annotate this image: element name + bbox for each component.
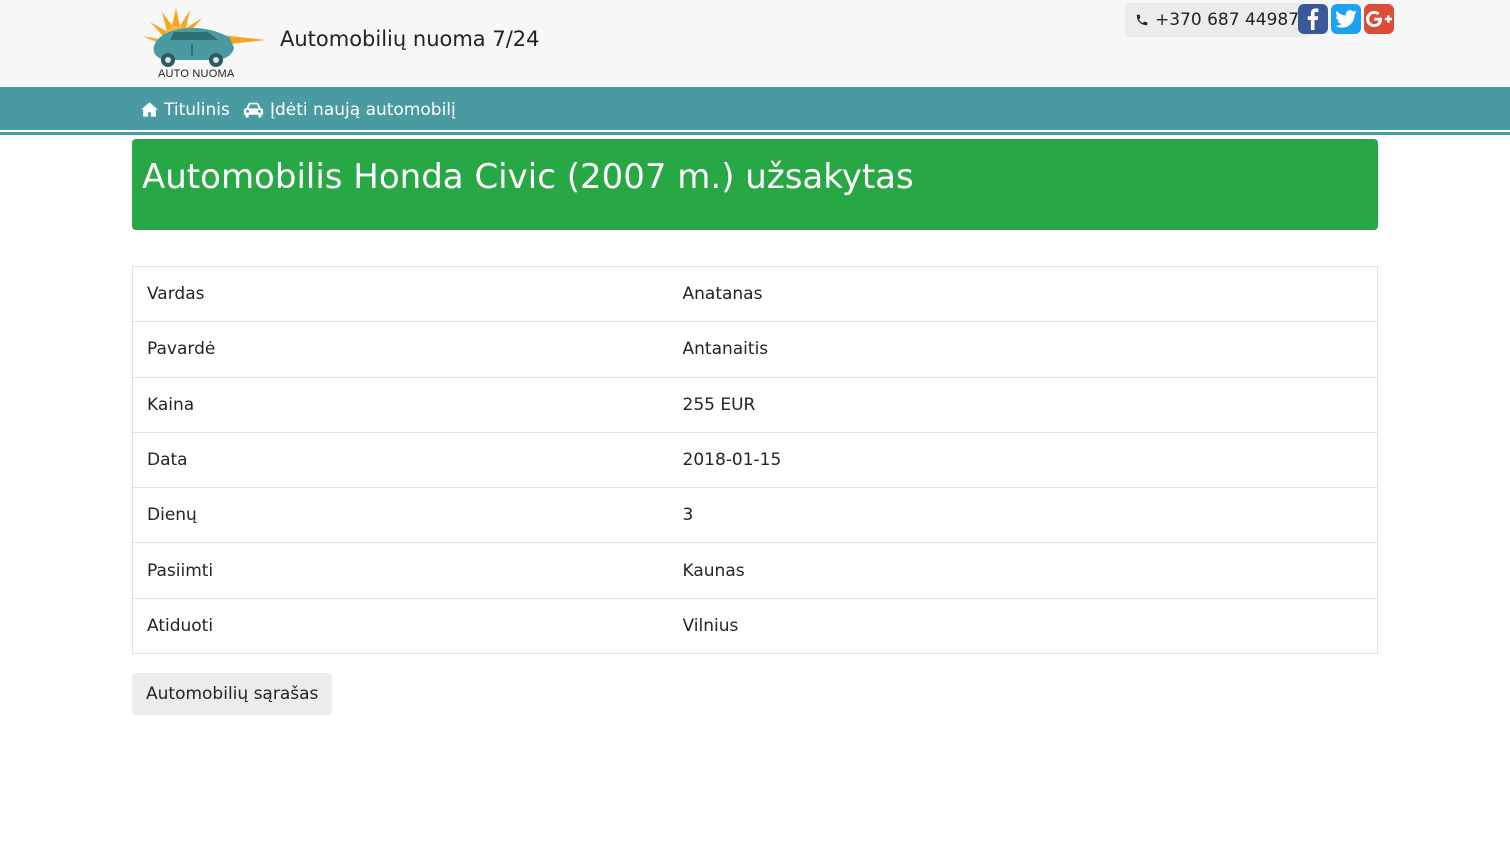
nav-item-add-car[interactable]: Įdėti naują automobilį bbox=[243, 87, 456, 132]
row-key: Pavardė bbox=[147, 339, 216, 360]
car-list-button[interactable]: Automobilių sąrašas bbox=[132, 673, 333, 715]
row-key: Atiduoti bbox=[147, 615, 214, 636]
table-row: Dienų 3 bbox=[132, 487, 1378, 543]
table-row: Pavardė Antanaitis bbox=[132, 321, 1378, 377]
site-header: AUTO NUOMA Automobilių nuoma 7/24 +370 6… bbox=[0, 0, 1510, 87]
phone-number: +370 687 44987 bbox=[1155, 10, 1300, 30]
table-row: Atiduoti Vilnius bbox=[132, 598, 1378, 653]
row-key: Dienų bbox=[147, 505, 197, 526]
facebook-icon[interactable] bbox=[1298, 4, 1328, 34]
row-value: 255 EUR bbox=[682, 394, 756, 415]
order-details-table: Vardas Anatanas Pavardė Antanaitis Kaina… bbox=[132, 266, 1378, 655]
alert-message: Automobilis Honda Civic (2007 m.) užsaky… bbox=[142, 157, 914, 197]
phone-icon bbox=[1136, 14, 1148, 26]
row-value: Kaunas bbox=[682, 560, 745, 581]
table-row: Vardas Anatanas bbox=[133, 267, 1378, 322]
site-logo[interactable]: AUTO NUOMA bbox=[134, 4, 269, 84]
nav-item-label: Įdėti naują automobilį bbox=[270, 99, 456, 120]
phone-contact[interactable]: +370 687 44987 bbox=[1125, 3, 1310, 37]
row-value: 3 bbox=[682, 505, 694, 526]
google-plus-icon[interactable] bbox=[1364, 4, 1394, 34]
row-value: Anatanas bbox=[682, 284, 763, 305]
table-row: Pasiimti Kaunas bbox=[132, 542, 1378, 598]
main-navbar: Titulinis Įdėti naują automobilį bbox=[0, 87, 1510, 132]
row-key: Vardas bbox=[147, 284, 205, 305]
site-title: Automobilių nuoma 7/24 bbox=[280, 27, 540, 51]
home-icon bbox=[141, 102, 158, 117]
logo-text: AUTO NUOMA bbox=[158, 68, 235, 80]
row-key: Pasiimti bbox=[147, 560, 214, 581]
row-key: Kaina bbox=[147, 394, 195, 415]
success-alert: Automobilis Honda Civic (2007 m.) užsaky… bbox=[132, 139, 1378, 230]
table-row: Data 2018-01-15 bbox=[132, 432, 1378, 487]
row-value: 2018-01-15 bbox=[682, 450, 782, 471]
nav-item-home[interactable]: Titulinis bbox=[141, 87, 230, 132]
row-key: Data bbox=[147, 450, 188, 471]
twitter-icon[interactable] bbox=[1331, 4, 1361, 34]
table-row: Kaina 255 EUR bbox=[132, 377, 1378, 432]
car-logo-icon bbox=[142, 8, 266, 67]
row-value: Antanaitis bbox=[682, 339, 769, 360]
row-value: Vilnius bbox=[682, 615, 739, 636]
nav-item-label: Titulinis bbox=[164, 99, 230, 120]
car-icon bbox=[243, 102, 264, 118]
